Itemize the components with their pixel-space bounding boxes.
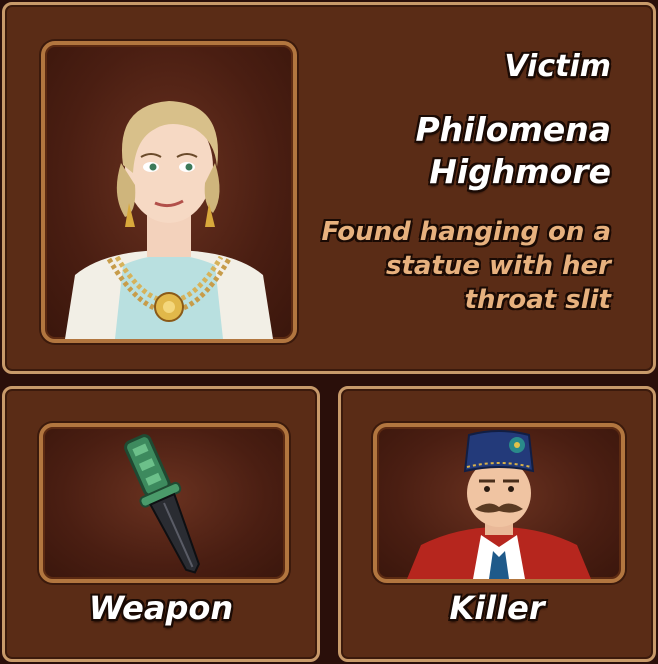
weapon-caption: Weapon (88, 589, 234, 627)
killer-portrait (407, 430, 591, 579)
victim-label: Victim (504, 49, 611, 84)
dagger-icon (124, 434, 200, 574)
victim-name: Philomena Highmore (415, 110, 611, 191)
killer-panel[interactable]: Killer (338, 386, 656, 662)
weapon-image-frame[interactable] (39, 423, 289, 583)
weapon-panel[interactable]: Weapon (2, 386, 320, 662)
victim-panel: Victim Philomena Highmore Found hanging … (2, 2, 656, 374)
victim-portrait-frame[interactable] (41, 41, 297, 343)
killer-caption: Killer (449, 589, 545, 627)
killer-portrait-frame[interactable] (373, 423, 625, 583)
victim-description: Found hanging on a statue with her throa… (321, 217, 611, 315)
victim-portrait (65, 101, 273, 339)
